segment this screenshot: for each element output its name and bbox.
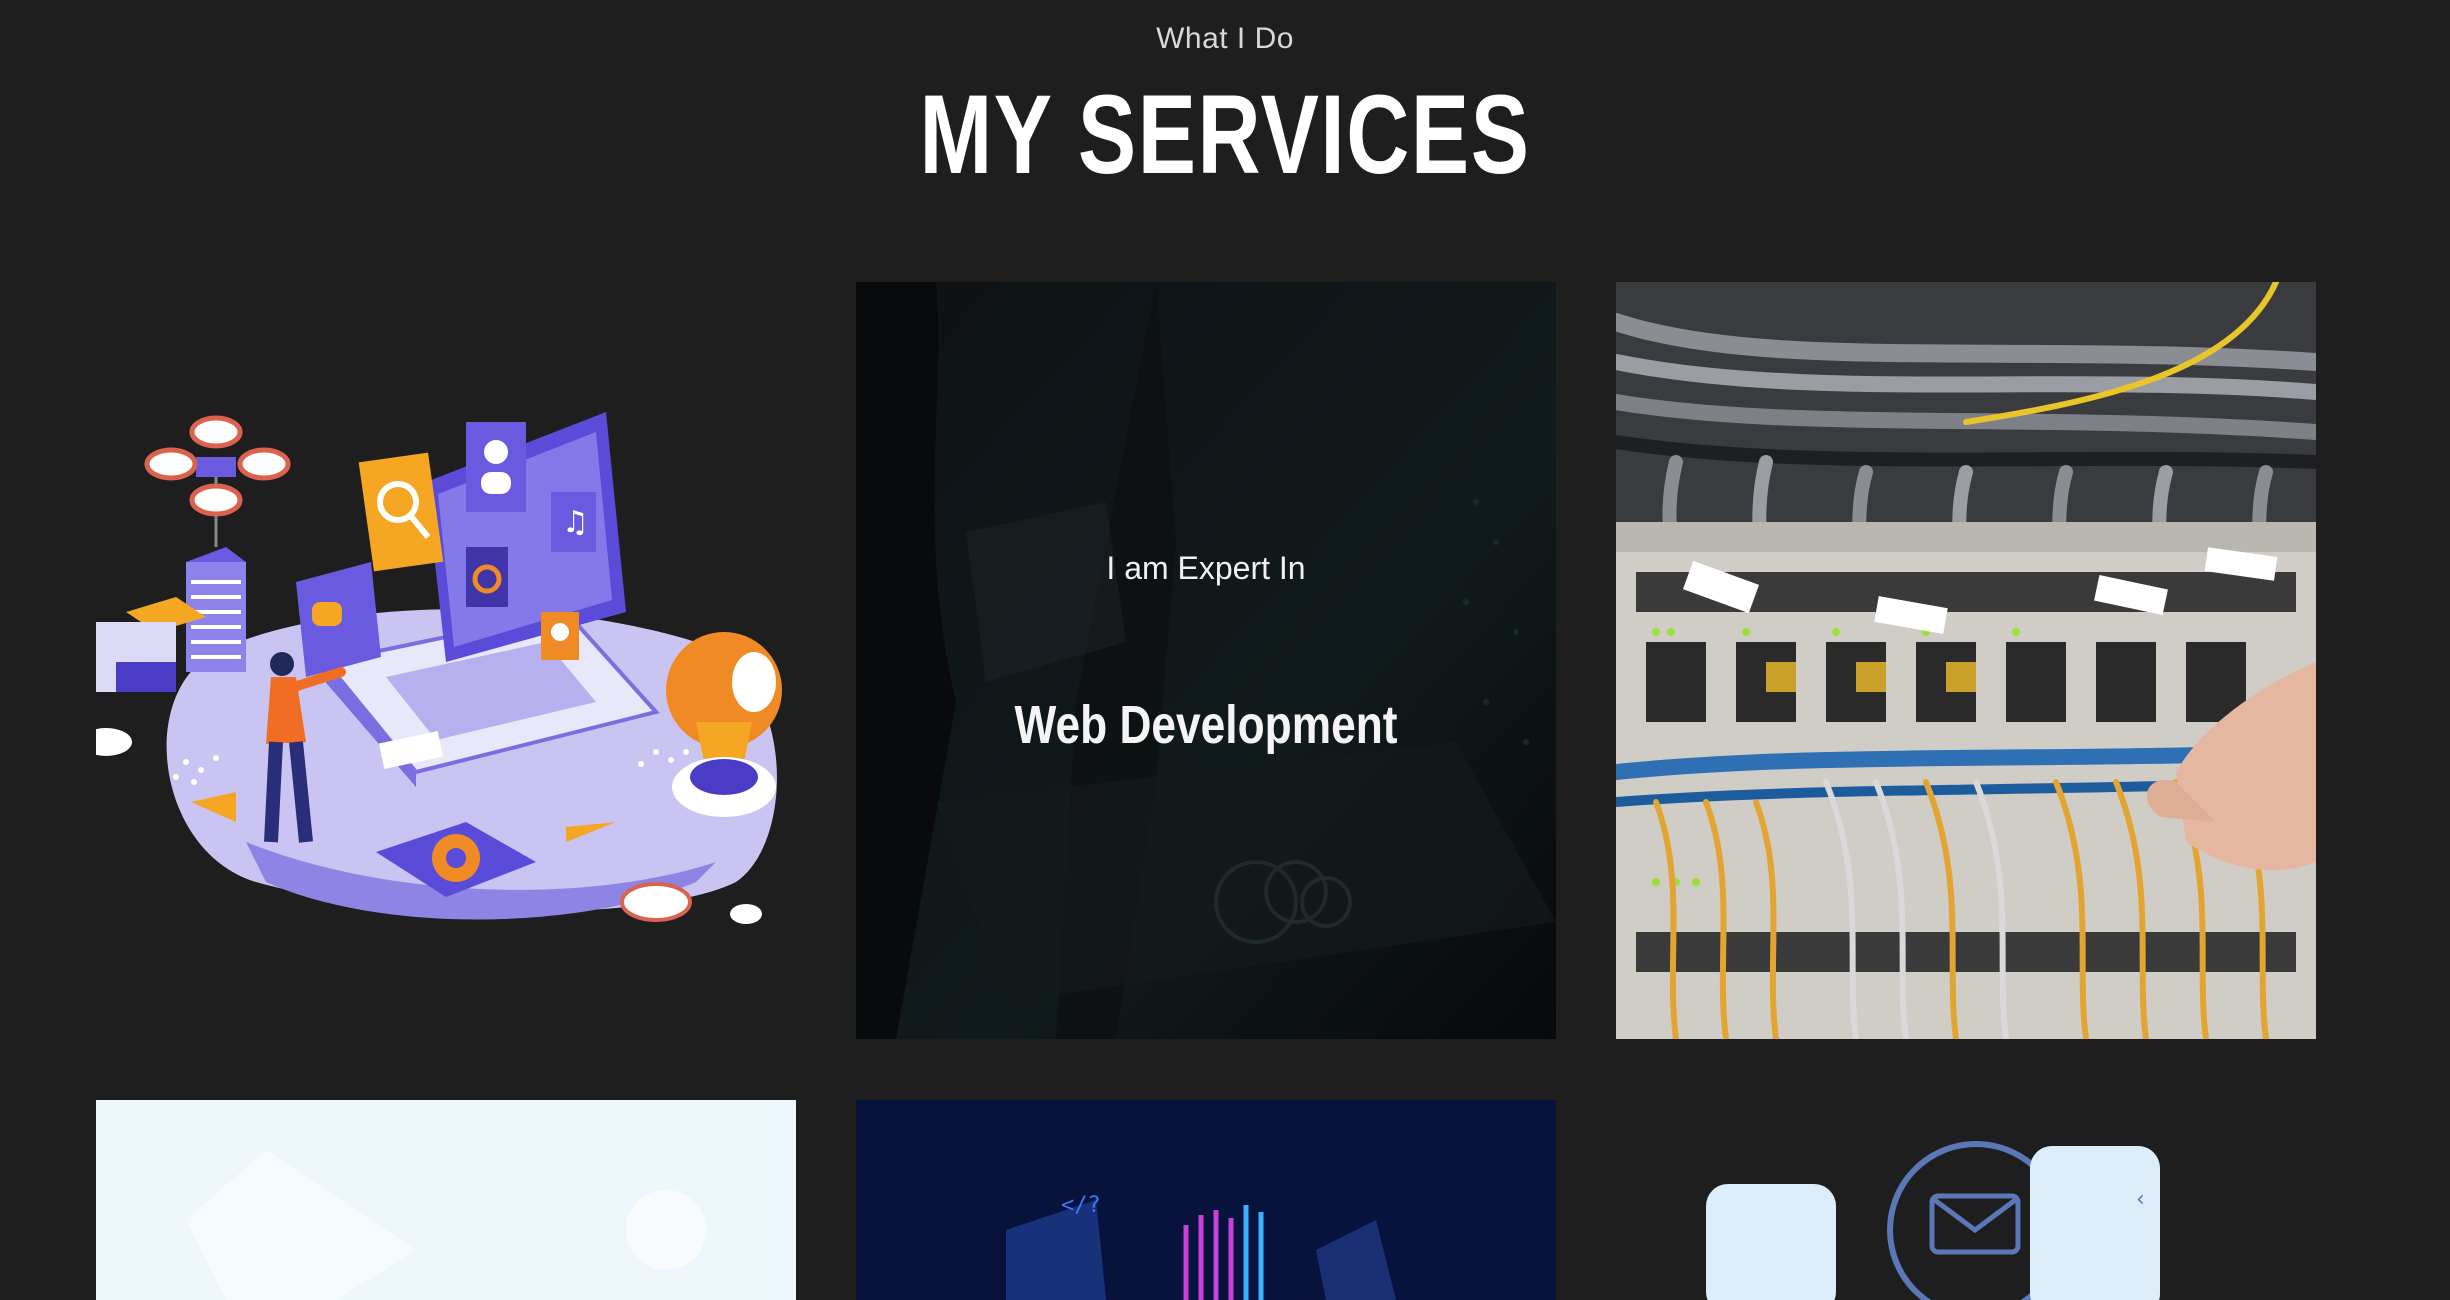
service-card-mobile[interactable] bbox=[96, 1100, 796, 1300]
svg-text:♫: ♫ bbox=[562, 505, 589, 540]
section-title: MY SERVICES bbox=[919, 72, 1531, 197]
card-overlay-subtitle: I am Expert In bbox=[1106, 550, 1306, 586]
svg-text:‹: ‹ bbox=[2136, 1187, 2145, 1212]
dark-blue-code-illustration: </? bbox=[856, 1100, 1556, 1300]
isometric-laptop-illustration: ♫ bbox=[96, 412, 782, 924]
service-card-network-cabling[interactable] bbox=[1616, 282, 2316, 1039]
light-blue-device-illustration bbox=[96, 1100, 796, 1300]
service-card-code[interactable]: </? bbox=[856, 1100, 1556, 1300]
service-card-web-development[interactable]: I am Expert In Web Development bbox=[856, 282, 1556, 1039]
dark-workspace-background bbox=[856, 282, 1556, 1039]
email-icon-illustration: ‹ bbox=[1706, 1141, 2160, 1300]
card-overlay-title: Web Development bbox=[1014, 695, 1398, 755]
svg-text:</?: </? bbox=[1061, 1193, 1101, 1218]
section-eyebrow: What I Do bbox=[1156, 22, 1294, 55]
service-card-illustration[interactable]: ♫ bbox=[96, 282, 796, 1039]
service-card-email[interactable]: ‹ bbox=[1616, 1100, 2316, 1300]
network-switch-cables-photo bbox=[1616, 282, 2316, 1039]
